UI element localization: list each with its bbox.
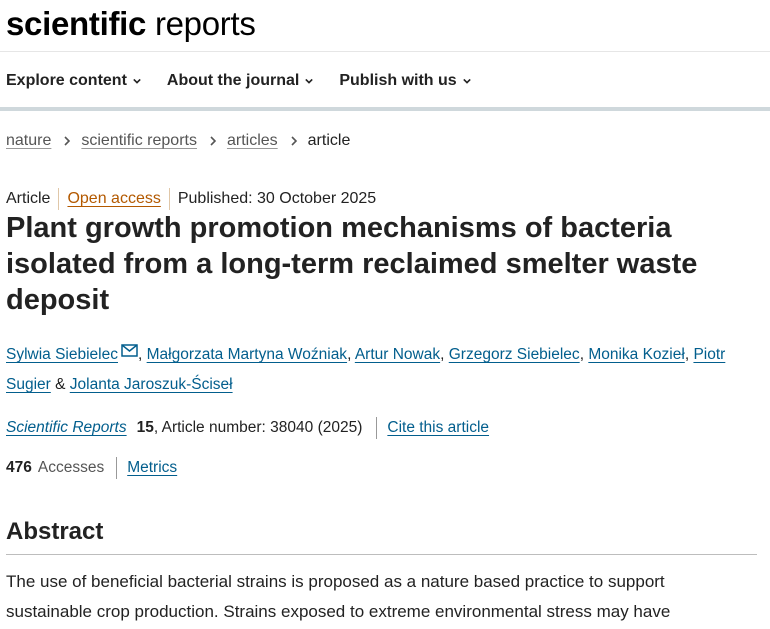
- accesses-count: 476: [6, 459, 32, 476]
- nav-divider: [0, 107, 770, 111]
- abstract-heading: Abstract: [6, 518, 104, 545]
- chevron-right-icon: [210, 136, 217, 146]
- article-stats: 476 Accesses Metrics: [6, 457, 177, 479]
- site-logo[interactable]: scientific reports: [6, 4, 256, 44]
- author-separator: &: [50, 376, 70, 393]
- author-link[interactable]: Małgorzata Martyna Woźniak: [147, 346, 347, 363]
- chevron-down-icon: [133, 78, 141, 84]
- nav-item-label: About the journal: [166, 72, 300, 89]
- article-title: Plant growth promotion mechanisms of bac…: [6, 212, 698, 316]
- author-separator: ,: [138, 346, 147, 363]
- article-type: Article: [6, 190, 51, 207]
- journal-link[interactable]: Scientific Reports: [6, 419, 127, 437]
- stats-divider: [116, 457, 118, 479]
- open-access-link[interactable]: Open access: [67, 190, 160, 208]
- logo-light-text: reports: [154, 5, 256, 42]
- cite-this-article-link[interactable]: Cite this article: [387, 419, 489, 437]
- abstract-text: The use of beneficial bacterial strains …: [6, 572, 671, 621]
- breadcrumb: nature scientific reports articles artic…: [6, 132, 350, 150]
- article-number: , Article number: 38040 (2025): [153, 419, 363, 436]
- chevron-down-icon: [462, 78, 471, 84]
- nav-publish-with-us[interactable]: Publish with us: [339, 70, 471, 92]
- article-meta: Article Open access Published: 30 Octobe…: [6, 188, 376, 210]
- envelope-icon[interactable]: [121, 344, 138, 357]
- published-date: Published: 30 October 2025: [177, 190, 377, 207]
- header-divider: [0, 51, 770, 52]
- chevron-right-icon: [64, 136, 71, 146]
- breadcrumb-current: article: [307, 132, 351, 149]
- author-link[interactable]: Jolanta Jaroszuk-Ściseł: [70, 376, 233, 393]
- citation-line: Scientific Reports 15 , Article number: …: [6, 417, 489, 439]
- meta-divider: [168, 188, 170, 210]
- logo-bold-text: scientific: [6, 5, 147, 42]
- author-link[interactable]: Artur Nowak: [355, 346, 440, 363]
- nav-explore-content[interactable]: Explore content: [6, 70, 141, 92]
- breadcrumb-scientific-reports[interactable]: scientific reports: [81, 132, 197, 150]
- meta-divider: [58, 188, 60, 210]
- author-list: Sylwia Siebielec, Małgorzata Martyna Woź…: [6, 340, 751, 400]
- author-separator: ,: [347, 346, 355, 363]
- main-nav: Explore content About the journal Publis…: [6, 70, 471, 92]
- author-link[interactable]: Sylwia Siebielec: [6, 346, 118, 363]
- breadcrumb-articles[interactable]: articles: [227, 132, 278, 150]
- journal-volume: 15: [136, 419, 154, 436]
- author-link[interactable]: Grzegorz Siebielec: [449, 346, 580, 363]
- breadcrumb-nature[interactable]: nature: [6, 132, 51, 150]
- metrics-link[interactable]: Metrics: [127, 459, 177, 477]
- author-separator: ,: [440, 346, 449, 363]
- nav-about-journal[interactable]: About the journal: [166, 70, 314, 92]
- nav-item-label: Publish with us: [339, 72, 457, 89]
- chevron-down-icon: [305, 78, 314, 84]
- chevron-right-icon: [291, 136, 297, 146]
- accesses-label: Accesses: [37, 459, 105, 476]
- abstract-divider: [6, 554, 757, 555]
- author-link[interactable]: Monika Kozieł: [588, 346, 685, 363]
- citation-divider: [376, 417, 378, 439]
- nav-item-label: Explore content: [6, 72, 127, 89]
